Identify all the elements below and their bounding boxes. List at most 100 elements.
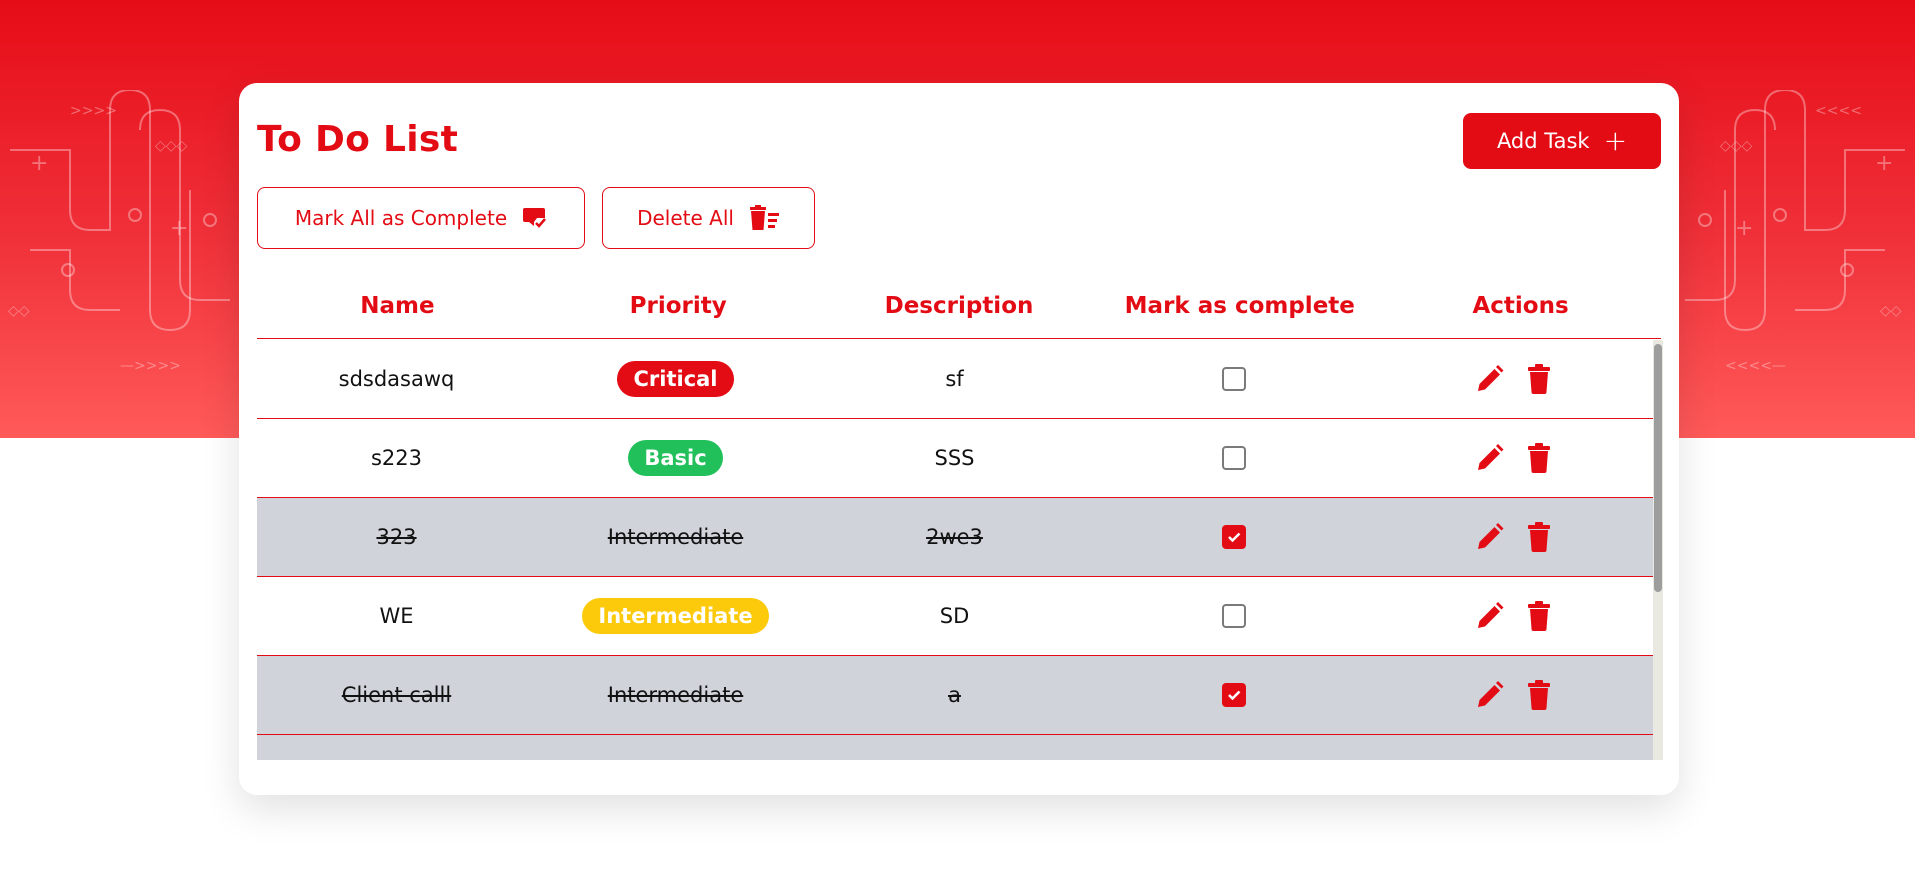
svg-text:—>>>>: —>>>> [120,358,181,374]
column-header-actions: Actions [1472,292,1569,319]
priority-cell: Intermediate [536,525,815,549]
column-header-mark-complete[interactable]: Mark as complete [1099,293,1380,319]
trash-icon [1527,522,1550,552]
priority-text: Intermediate [607,683,744,707]
actions-cell [1373,522,1652,552]
complete-cell [1094,683,1373,707]
svg-text:+: + [30,151,48,176]
edit-button[interactable] [1475,522,1505,552]
check-icon [1227,532,1240,543]
delete-button[interactable] [1527,680,1551,710]
complete-cell [1094,525,1373,549]
description-cell: 2we3 [815,525,1094,549]
svg-text:+: + [170,216,188,241]
svg-text:+: + [1875,151,1893,176]
table-row: sdsdasawq Critical sf [257,340,1653,419]
pencil-icon [1477,523,1503,549]
decorative-pattern-left: >>>> ◇◇◇ + + ◇◇ —>>>> [8,90,230,374]
name-cell: 323 [257,525,536,549]
actions-cell [1373,443,1652,473]
table-row: Client calll Intermediate a [257,656,1653,735]
task-description: 2we3 [926,525,983,549]
table-body[interactable]: sdsdasawq Critical sf s223 Basic SSS 323… [257,340,1661,760]
task-description: SD [939,604,970,628]
delete-button[interactable] [1527,443,1551,473]
complete-checkbox[interactable] [1221,367,1246,391]
task-name: s223 [370,446,423,470]
add-task-button[interactable]: Add Task + [1463,113,1661,169]
todo-card: To Do List Add Task + Mark All as Comple… [239,83,1679,795]
edit-button[interactable] [1475,443,1505,473]
name-cell: s223 [257,446,536,470]
trash-icon [1527,364,1550,394]
complete-checkbox[interactable] [1221,604,1246,628]
svg-text:◇◇: ◇◇ [1880,303,1902,319]
name-cell: Client calll [257,683,536,707]
svg-text:+: + [1735,216,1753,241]
name-cell: WE [257,604,536,628]
table-row: WE Intermediate SD [257,577,1653,656]
mark-all-label: Mark All as Complete [294,206,508,230]
pencil-icon [1477,444,1503,470]
complete-cell [1094,446,1373,470]
description-cell: a [815,683,1094,707]
name-cell: sdsdasawq [257,367,536,391]
delete-button[interactable] [1527,364,1551,394]
task-name: Client calll [341,683,452,707]
decorative-pattern-right: <<<< ◇◇◇ + + ◇◇ <<<<— [1685,90,1905,374]
plus-icon: + [1603,124,1628,157]
task-description: SSS [934,446,975,470]
column-header-name[interactable]: Name [257,293,538,319]
column-header-description[interactable]: Description [819,293,1100,319]
edit-button[interactable] [1475,680,1505,710]
scrollbar-thumb[interactable] [1654,344,1662,592]
table-row-partial [257,735,1653,760]
column-header-priority[interactable]: Priority [538,293,819,319]
actions-cell [1373,601,1652,631]
complete-checkbox[interactable] [1221,446,1246,470]
description-cell: sf [815,367,1094,391]
svg-text:◇◇◇: ◇◇◇ [1720,138,1753,154]
table-row: s223 Basic SSS [257,419,1653,498]
trash-icon [1527,443,1550,473]
pencil-icon [1477,602,1503,628]
task-description: sf [945,367,964,391]
pencil-icon [1477,681,1503,707]
priority-badge: Intermediate [582,598,769,634]
delete-all-button[interactable]: Delete All [602,187,815,249]
delete-all-label: Delete All [637,206,734,230]
task-name: sdsdasawq [338,367,455,391]
complete-checkbox[interactable] [1221,525,1246,549]
table-header: Name Priority Description Mark as comple… [257,273,1661,339]
table-scrollbar[interactable] [1653,340,1663,760]
edit-button[interactable] [1475,601,1505,631]
priority-cell: Basic [536,440,815,476]
description-cell: SD [815,604,1094,628]
delete-button[interactable] [1527,522,1551,552]
priority-badge: Critical [617,361,734,397]
chat-check-icon [523,208,547,228]
table-row: 323 Intermediate 2we3 [257,498,1653,577]
page-title: To Do List [257,119,459,160]
pencil-icon [1477,365,1503,391]
priority-cell: Intermediate [536,598,815,634]
priority-text: Intermediate [607,525,744,549]
task-name: WE [379,604,414,628]
complete-cell [1094,367,1373,391]
svg-text:<<<<: <<<< [1815,103,1862,119]
delete-button[interactable] [1527,601,1551,631]
svg-text:◇◇◇: ◇◇◇ [155,138,188,154]
mark-all-complete-button[interactable]: Mark All as Complete [257,187,585,249]
complete-checkbox[interactable] [1221,683,1246,707]
edit-button[interactable] [1475,364,1505,394]
task-name: 323 [376,525,417,549]
actions-cell [1373,364,1652,394]
priority-cell: Intermediate [536,683,815,707]
description-cell: SSS [815,446,1094,470]
priority-badge: Basic [628,440,723,476]
svg-text:>>>>: >>>> [70,103,117,119]
actions-cell [1373,680,1652,710]
trash-icon [1527,601,1550,631]
priority-cell: Critical [536,361,815,397]
svg-text:<<<<—: <<<<— [1725,358,1786,374]
